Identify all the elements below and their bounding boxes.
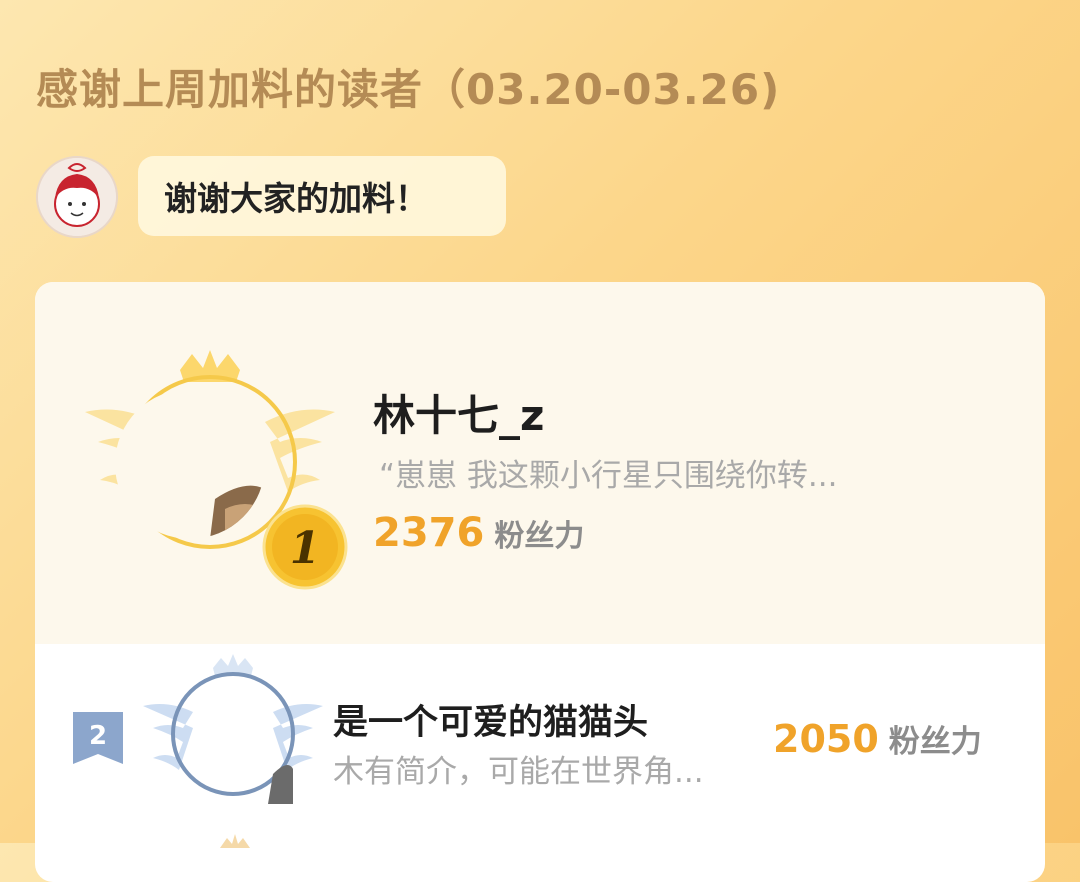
reader-bio: “崽崽 我这颗小行星只围绕你转... [379,458,838,494]
rank-1-number: 1 [290,523,321,574]
rank-2-number: 2 [89,721,107,751]
rank-2-ribbon: 2 [73,712,123,764]
leaderboard-card: 1 林十七_z “崽崽 我这颗小行星只围绕你转... 2376 粉丝力 2 是一个… [35,282,1045,882]
silver-crown-wings-badge [143,654,323,804]
rank-3-crown-peek [220,834,250,848]
author-message-text: 谢谢大家的加料！ [164,179,428,218]
author-avatar[interactable] [36,156,118,238]
author-avatar-drawing [38,158,116,236]
reader-name[interactable]: 林十七_z [373,382,544,443]
fan-power-score: 2050 粉丝力 [773,716,982,761]
author-message-bubble: 谢谢大家的加料！ [138,156,506,236]
top-reader-section[interactable]: 1 林十七_z “崽崽 我这颗小行星只围绕你转... 2376 粉丝力 [35,282,1045,644]
fan-power-score: 2376 粉丝力 [373,510,584,556]
fan-power-value: 2376 [373,510,485,556]
reader-avatar-image [115,389,265,539]
fan-power-unit: 粉丝力 [888,724,982,760]
rank-1-medal: 1 [262,504,348,590]
fan-power-value: 2050 [773,717,879,761]
reader-bio: 木有简介，可能在世界角... [333,754,704,790]
reader-avatar[interactable] [115,389,265,539]
page-title: 感谢上周加料的读者（03.20-03.26) [36,65,781,114]
reader-name[interactable]: 是一个可爱的猫猫头 [333,694,648,745]
fan-power-unit: 粉丝力 [494,519,585,554]
